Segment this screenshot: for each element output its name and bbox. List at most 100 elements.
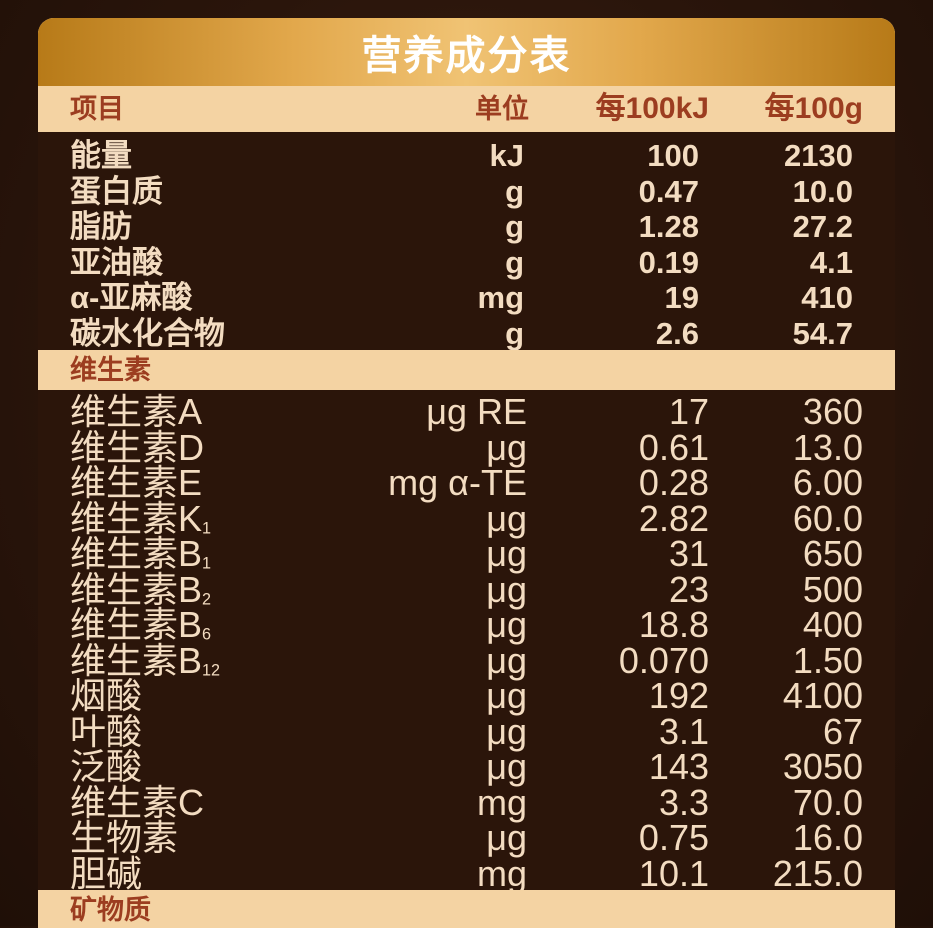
value-per-100g: 13.0: [792, 426, 863, 468]
header-per-100kj: 每100kJ: [595, 92, 709, 125]
value-per-100kj: 0.75: [638, 817, 709, 858]
value-per-100kj: 1.28: [638, 209, 699, 244]
value-per-100g: 215.0: [772, 852, 863, 894]
value-per-100g: 500: [802, 568, 863, 610]
value-per-100kj: 18.8: [638, 604, 709, 645]
value-per-100g: 4100: [782, 675, 863, 716]
nutrient-name: 亚油酸: [70, 244, 163, 280]
value-per-100g: 67: [822, 710, 863, 752]
nutrient-name: 能量: [70, 138, 132, 173]
table-row: 生物素 μg 0.75 16.0: [38, 820, 895, 856]
vitamin-section-label: 维生素: [70, 355, 151, 385]
vitamin-name: 维生素C: [70, 781, 204, 823]
value-per-100kj: 0.070: [618, 639, 709, 681]
value-per-100kj: 0.19: [638, 244, 699, 280]
mineral-section-label: 矿物质: [70, 895, 151, 925]
table-title: 营养成分表: [361, 34, 572, 78]
value-per-100g: 4.1: [809, 244, 853, 280]
vitamin-block: 维生素A μg RE 17 360 维生素D μg 0.61 13.0 维生素E mg α-TE 0…: [38, 390, 895, 894]
value-per-100g: 410: [801, 280, 853, 315]
value-per-100kj: 31: [668, 533, 709, 574]
vitamin-name: 维生素D: [70, 426, 204, 468]
vitamin-subscript: 6: [202, 625, 212, 644]
value-per-100g: 1.50: [792, 639, 863, 681]
header-item: 项目: [70, 94, 124, 124]
table-row: 能量 kJ 100 2130: [38, 138, 895, 174]
value-per-100kj: 3.3: [658, 781, 709, 823]
vitamin-unit: mg: [476, 781, 527, 823]
table-row: 维生素B6 μg 18.8 400: [38, 607, 895, 643]
value-per-100g: 10.0: [792, 173, 853, 209]
vitamin-unit: μg RE: [426, 391, 527, 432]
nutrient-name: 蛋白质: [70, 173, 163, 209]
value-per-100g: 6.00: [792, 462, 863, 503]
vitamin-name: 维生素E: [70, 462, 203, 503]
vitamin-unit: μg: [486, 710, 527, 752]
value-per-100g: 650: [802, 533, 863, 574]
table-row: 泛酸 μg 143 3050: [38, 749, 895, 785]
vitamin-name: 泛酸: [70, 746, 143, 787]
header-unit: 单位: [475, 94, 529, 124]
vitamin-name: 胆碱: [70, 852, 143, 894]
table-row: 维生素E mg α-TE 0.28 6.00: [38, 465, 895, 501]
value-per-100kj: 192: [648, 675, 709, 716]
vitamin-unit: μg: [486, 426, 527, 468]
value-per-100g: 54.7: [792, 315, 853, 351]
value-per-100kj: 2.82: [638, 497, 709, 539]
vitamin-subscript: 1: [202, 554, 212, 573]
nutrient-name: 脂肪: [70, 209, 132, 244]
value-per-100g: 360: [802, 391, 863, 432]
nutrient-unit: kJ: [489, 138, 524, 173]
vitamin-subscript: 1: [202, 518, 212, 537]
nutrient-unit: g: [505, 209, 524, 244]
table-row: α-亚麻酸 mg 19 410: [38, 280, 895, 316]
value-per-100g: 3050: [782, 746, 863, 787]
value-per-100kj: 10.1: [638, 852, 709, 894]
value-per-100g: 400: [802, 604, 863, 645]
vitamin-subscript: 2: [202, 589, 212, 608]
table-row: 维生素D μg 0.61 13.0: [38, 426, 895, 468]
value-per-100kj: 0.61: [638, 426, 709, 468]
value-per-100g: 70.0: [792, 781, 863, 823]
main-nutrients-block: 能量 kJ 100 2130 蛋白质 g 0.47 10.0 脂肪 g 1.28 27.2 亚油酸 g 0.…: [38, 132, 895, 350]
nutrient-unit: mg: [477, 280, 525, 315]
vitamin-name: 维生素B6: [70, 604, 212, 645]
value-per-100kj: 2.6: [655, 315, 699, 351]
table-row: 烟酸 μg 192 4100: [38, 678, 895, 714]
value-per-100kj: 0.47: [638, 173, 699, 209]
nutrient-unit: g: [505, 244, 524, 280]
vitamin-name: 维生素B12: [70, 639, 221, 681]
vitamin-name: 生物素: [70, 817, 179, 858]
vitamin-unit: μg: [486, 604, 527, 645]
vitamin-name: 维生素A: [70, 391, 203, 432]
vitamin-unit: μg: [486, 497, 527, 539]
value-per-100kj: 143: [648, 746, 709, 787]
vitamin-name: 维生素B1: [70, 533, 212, 574]
column-header-row: 项目 单位 每100kJ 每100g: [38, 86, 895, 132]
table-row: 蛋白质 g 0.47 10.0: [38, 174, 895, 210]
nutrient-unit: g: [505, 173, 524, 209]
vitamin-unit: μg: [486, 533, 527, 574]
nutrient-unit: g: [505, 315, 524, 351]
value-per-100g: 2130: [784, 138, 853, 173]
vitamin-unit: μg: [486, 568, 527, 610]
value-per-100kj: 23: [668, 568, 709, 610]
vitamin-name: 维生素B2: [70, 568, 212, 610]
table-row: 维生素B1 μg 31 650: [38, 536, 895, 572]
vitamin-name: 烟酸: [70, 675, 143, 716]
vitamin-unit: mg: [476, 852, 527, 894]
nutrition-table-panel: 营养成分表 项目 单位 每100kJ 每100g 能量 kJ 100 2130 蛋白质 g…: [38, 18, 895, 928]
table-row: 脂肪 g 1.28 27.2: [38, 209, 895, 245]
table-row: 维生素C mg 3.3 70.0: [38, 781, 895, 823]
table-row: 维生素B12 μg 0.070 1.50: [38, 639, 895, 681]
value-per-100kj: 3.1: [658, 710, 709, 752]
value-per-100kj: 17: [668, 391, 709, 432]
value-per-100g: 27.2: [792, 209, 853, 244]
value-per-100kj: 100: [647, 138, 699, 173]
vitamin-unit: μg: [486, 675, 527, 716]
table-row: 碳水化合物 g 2.6 54.7: [38, 316, 895, 352]
table-row: 亚油酸 g 0.19 4.1: [38, 245, 895, 281]
table-row: 叶酸 μg 3.1 67: [38, 710, 895, 752]
table-row: 胆碱 mg 10.1 215.0: [38, 852, 895, 894]
vitamin-unit: μg: [486, 817, 527, 858]
